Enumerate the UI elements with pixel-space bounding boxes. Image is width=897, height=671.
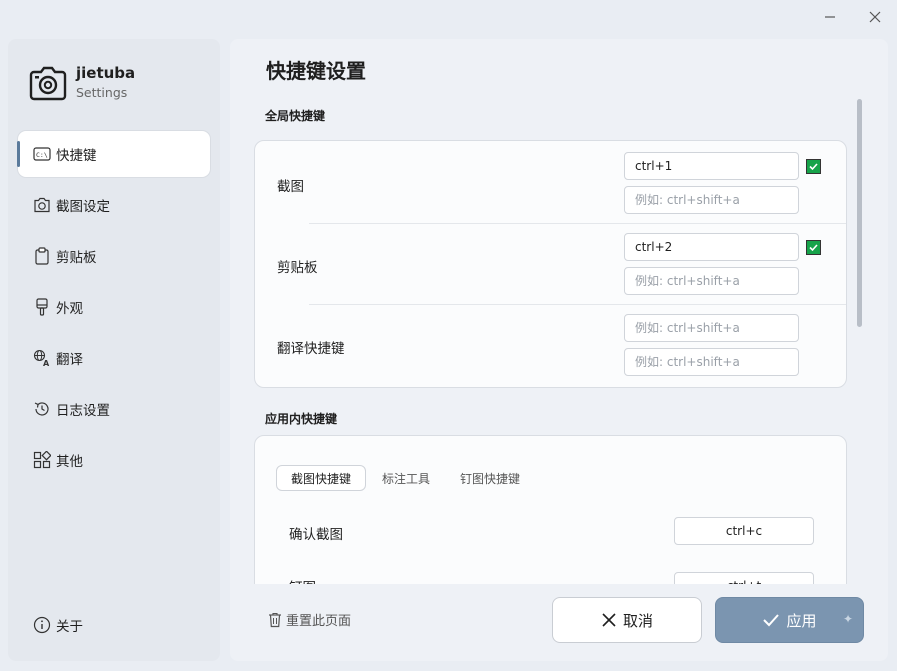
- hotkey-primary-input[interactable]: [624, 233, 799, 261]
- tab-pin-hotkeys[interactable]: 钉图快捷键: [446, 465, 534, 491]
- sidebar-item-label: 截图设定: [56, 199, 110, 215]
- apps-icon: [32, 450, 52, 470]
- minimize-button[interactable]: [817, 6, 843, 28]
- close-button[interactable]: [862, 6, 888, 28]
- sidebar-item-clipboard[interactable]: 剪贴板: [18, 233, 210, 279]
- app-name: jietuba: [76, 64, 136, 82]
- trash-icon: [266, 611, 284, 629]
- svg-text:A: A: [43, 359, 50, 367]
- app-hotkey-input[interactable]: ctrl+t: [674, 572, 814, 584]
- apply-label: 应用: [786, 611, 817, 630]
- hotkey-label: 剪贴板: [277, 260, 318, 276]
- sidebar-item-translate[interactable]: A 翻译: [18, 335, 210, 381]
- sidebar-item-label: 日志设置: [56, 403, 110, 419]
- keyboard-icon: C:\: [32, 144, 52, 164]
- hotkey-row: 翻译快捷键: [255, 305, 846, 387]
- scrollbar-thumb[interactable]: [857, 99, 862, 327]
- history-icon: [32, 399, 52, 419]
- cancel-button[interactable]: 取消: [552, 597, 702, 643]
- hotkey-row: 截图: [255, 141, 846, 223]
- enable-checkbox[interactable]: [806, 240, 821, 255]
- sidebar-item-logs[interactable]: 日志设置: [18, 386, 210, 432]
- sparkle-icon: ✦: [842, 612, 853, 626]
- page-title: 快捷键设置: [266, 59, 366, 83]
- app-hotkeys-card: 截图快捷键 标注工具 钉图快捷键 确认截图 ctrl+c 钉图 ctrl+t: [254, 435, 847, 584]
- tab-annotation-tools[interactable]: 标注工具: [368, 465, 444, 491]
- app-hotkey-input[interactable]: ctrl+c: [674, 517, 814, 545]
- sidebar: jietuba Settings C:\ 快捷键 截图设定 剪贴板 外观 A 翻…: [8, 39, 220, 661]
- sidebar-item-hotkeys[interactable]: C:\ 快捷键: [17, 131, 210, 177]
- check-icon: [809, 244, 818, 252]
- translate-icon: A: [32, 348, 52, 368]
- check-icon: [762, 613, 780, 627]
- sidebar-item-appearance[interactable]: 外观: [18, 284, 210, 330]
- hotkey-row: 剪贴板: [255, 224, 846, 304]
- hotkey-label: 截图: [277, 179, 304, 195]
- sidebar-item-label: 剪贴板: [56, 250, 97, 266]
- hotkey-primary-input[interactable]: [624, 314, 799, 342]
- info-icon: [32, 615, 52, 635]
- sidebar-item-label: 快捷键: [56, 148, 97, 164]
- camera-logo-icon: [28, 63, 68, 103]
- cancel-label: 取消: [622, 611, 653, 630]
- sidebar-item-label: 外观: [56, 301, 83, 317]
- camera-icon: [32, 195, 52, 215]
- hotkey-secondary-input[interactable]: [624, 186, 799, 214]
- sidebar-item-about[interactable]: 关于: [18, 605, 210, 645]
- apply-button[interactable]: 应用 ✦: [715, 597, 864, 643]
- close-icon: [869, 11, 881, 23]
- brush-icon: [32, 297, 52, 317]
- global-hotkeys-card: 截图 剪贴板 翻译快捷键: [254, 140, 847, 388]
- sidebar-item-other[interactable]: 其他: [18, 437, 210, 483]
- close-icon: [601, 612, 617, 628]
- app-hotkey-label: 钉图: [289, 576, 316, 584]
- hotkey-secondary-input[interactable]: [624, 348, 799, 376]
- section-label-global: 全局快捷键: [265, 109, 326, 123]
- app-subtitle: Settings: [76, 85, 128, 100]
- sidebar-item-screenshot[interactable]: 截图设定: [18, 182, 210, 228]
- clipboard-icon: [32, 246, 52, 266]
- check-icon: [809, 163, 818, 171]
- reset-label: 重置此页面: [286, 614, 352, 629]
- tab-screenshot-hotkeys[interactable]: 截图快捷键: [276, 465, 367, 491]
- enable-checkbox[interactable]: [806, 159, 821, 174]
- hotkey-secondary-input[interactable]: [624, 267, 799, 295]
- settings-scroll-area[interactable]: 全局快捷键 截图 剪贴板: [230, 99, 888, 584]
- app-brand: jietuba Settings: [28, 63, 135, 103]
- hotkey-tabs: 截图快捷键 标注工具 钉图快捷键: [276, 465, 536, 491]
- section-label-app: 应用内快捷键: [265, 412, 338, 426]
- sidebar-item-label: 其他: [56, 454, 83, 470]
- svg-text:C:\: C:\: [36, 151, 48, 159]
- hotkey-label: 翻译快捷键: [277, 341, 345, 357]
- title-bar: [0, 0, 897, 36]
- app-hotkey-label: 确认截图: [289, 527, 343, 543]
- sidebar-item-label: 翻译: [56, 352, 83, 368]
- minimize-icon: [825, 16, 835, 18]
- main-panel: 快捷键设置 全局快捷键 截图 剪贴板: [230, 39, 888, 661]
- reset-page-button[interactable]: 重置此页面: [266, 610, 351, 629]
- hotkey-primary-input[interactable]: [624, 152, 799, 180]
- sidebar-item-label: 关于: [56, 619, 83, 635]
